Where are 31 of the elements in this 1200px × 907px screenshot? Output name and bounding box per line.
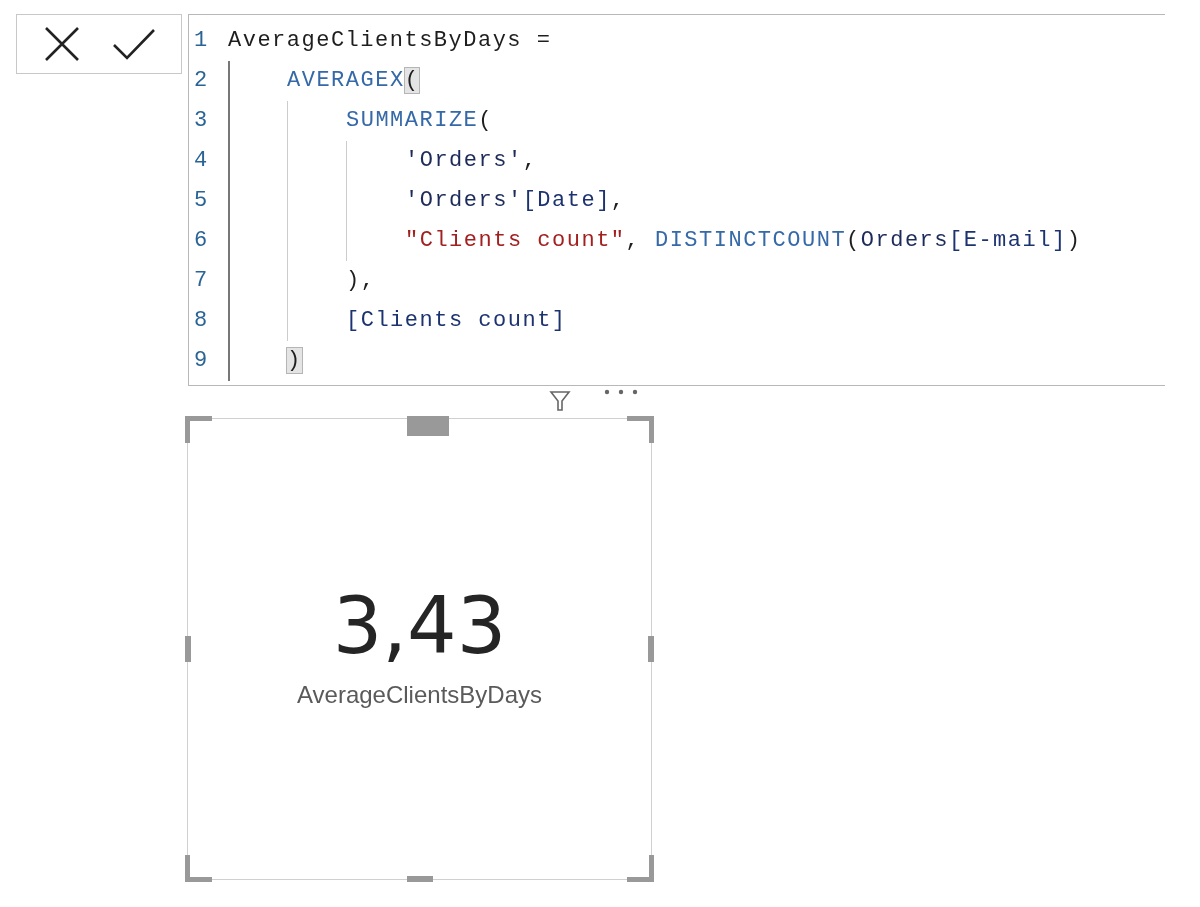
line-number: 5 [193, 187, 210, 215]
resize-handle[interactable] [185, 855, 212, 882]
code-line: AverageClientsByDays = [228, 27, 552, 55]
line-number: 3 [193, 107, 210, 135]
line-number: 4 [193, 147, 210, 175]
resize-handle[interactable] [406, 876, 433, 882]
formula-editor[interactable]: 1 AverageClientsByDays = 2 AVERAGEX( 3 SUMMARIZE( 4 'Orders', 5 'Orders'[Date], 6 "Clients count", DISTINCTCOUNT(Orders[E-mail]) 7 ), 8 [Clients count] 9 ) [188, 14, 1165, 386]
resize-handle[interactable] [185, 416, 212, 443]
line-number: 8 [193, 307, 210, 335]
card-visual[interactable]: 3,43 AverageClientsByDays [187, 418, 652, 880]
code-line: AVERAGEX( [287, 67, 420, 95]
line-number: 6 [193, 227, 210, 255]
line-number: 2 [193, 67, 210, 95]
resize-handle[interactable] [627, 855, 654, 882]
card-label: AverageClientsByDays [297, 681, 542, 709]
line-number: 1 [193, 27, 210, 55]
line-number: 7 [193, 267, 210, 295]
code-line: ), [346, 267, 376, 295]
card-value: 3,43 [332, 587, 507, 665]
filter-icon[interactable] [549, 390, 571, 412]
code-line: [Clients count] [346, 307, 567, 335]
code-line: "Clients count", DISTINCTCOUNT(Orders[E-mail]) [405, 227, 1082, 255]
code-line: SUMMARIZE( [346, 107, 494, 135]
resize-handle[interactable] [648, 636, 654, 662]
code-line: 'Orders', [405, 147, 538, 175]
line-number: 9 [193, 347, 210, 375]
code-line: 'Orders'[Date], [405, 187, 626, 215]
resize-handle[interactable] [185, 636, 191, 662]
more-options-icon[interactable] [603, 388, 639, 396]
resize-handle[interactable] [406, 416, 449, 436]
resize-handle[interactable] [627, 416, 654, 443]
